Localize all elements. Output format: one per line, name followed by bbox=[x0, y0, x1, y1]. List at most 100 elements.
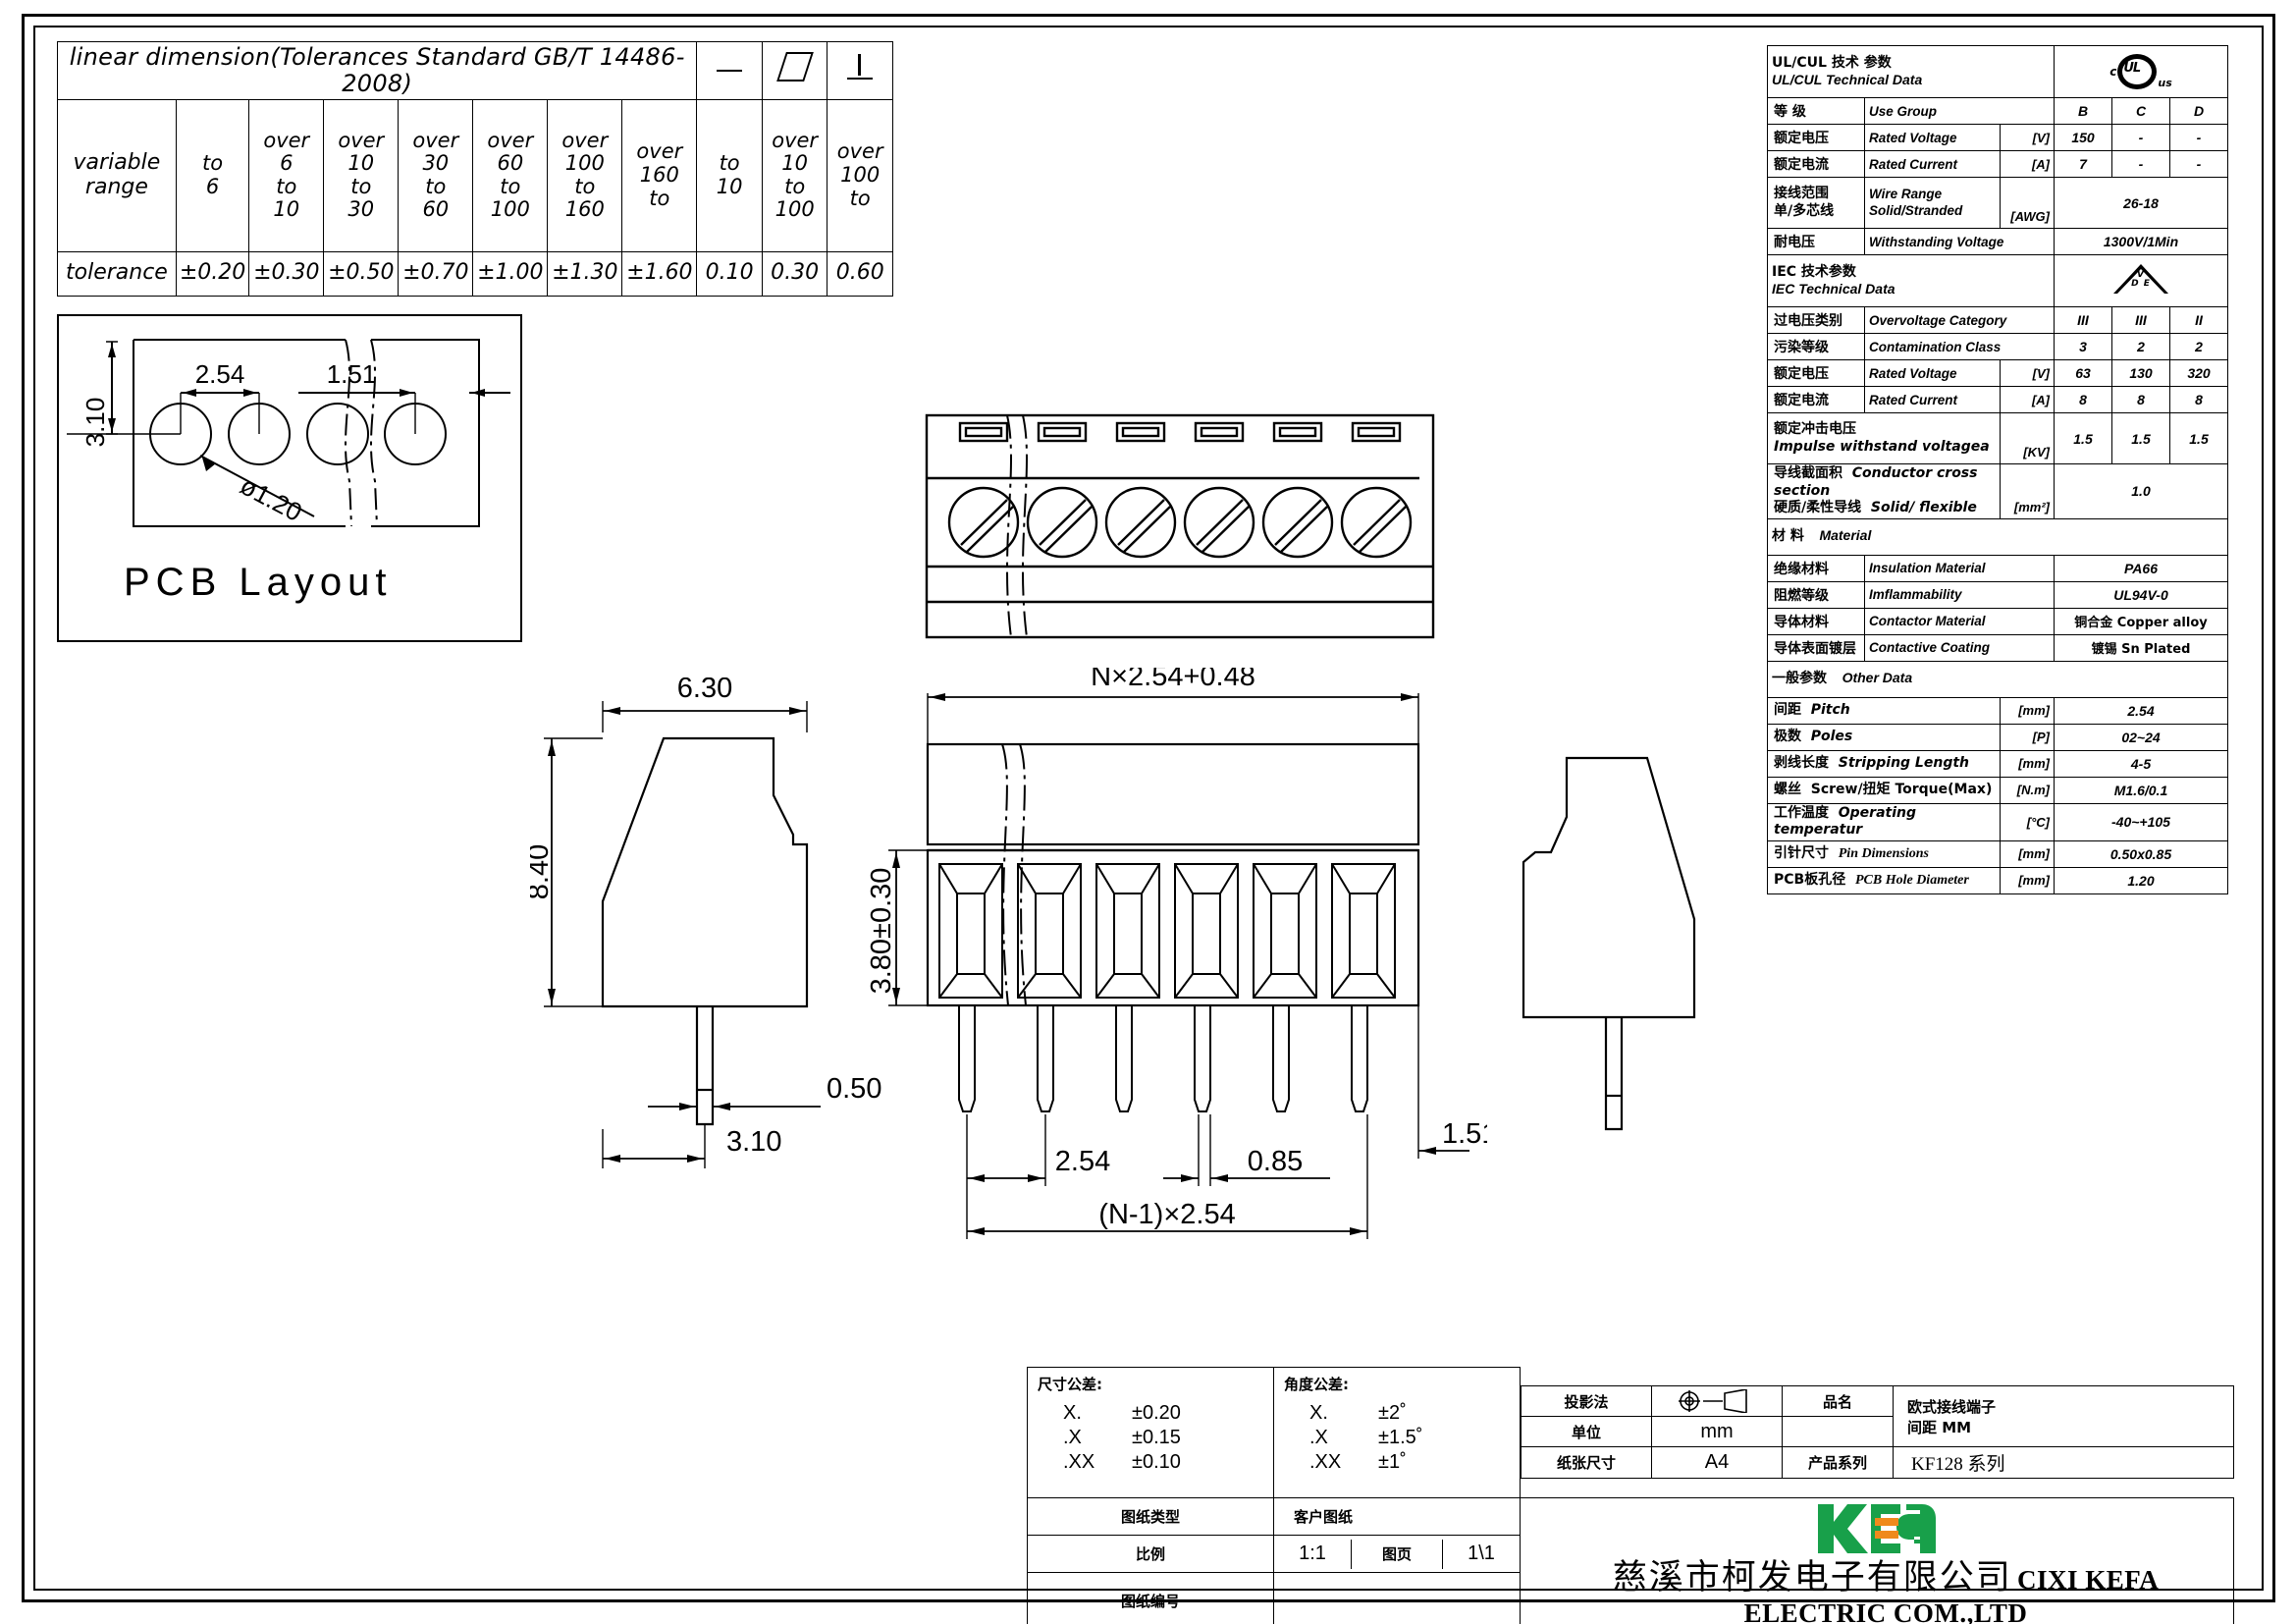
dim-tol-key: X. bbox=[1063, 1402, 1082, 1424]
dim-tol-heading: 尺寸公差: bbox=[1038, 1376, 1102, 1393]
use-group-en: Use Group bbox=[1864, 97, 2055, 125]
tolerance-value: ±0.30 bbox=[248, 250, 325, 297]
stripping-length-value: 4-5 bbox=[2054, 749, 2228, 778]
wire-range-value: 26-18 bbox=[2054, 177, 2228, 229]
iec-rated-current-en: Rated Current bbox=[1864, 386, 2001, 413]
tolerance-value: 0.60 bbox=[827, 250, 893, 297]
unit-label: 单位 bbox=[1521, 1416, 1652, 1448]
ul-rated-voltage-en: Rated Voltage bbox=[1864, 124, 2001, 151]
overvoltage-b: III bbox=[2054, 306, 2112, 334]
iec-rated-current-unit: [A] bbox=[2000, 386, 2055, 413]
dim-tol-key: .X bbox=[1063, 1427, 1082, 1448]
dim-tol-val: ±0.10 bbox=[1132, 1451, 1181, 1473]
series-label: 产品系列 bbox=[1782, 1446, 1894, 1480]
iec-rated-voltage-d: 320 bbox=[2169, 359, 2228, 387]
pcb-dim-pitch: 2.54 bbox=[195, 359, 245, 389]
range-cell: over 10 to 100 bbox=[761, 98, 828, 252]
tolerance-label: tolerance bbox=[57, 250, 177, 297]
range-cell: over 30 to 60 bbox=[398, 98, 474, 252]
overvoltage-c: III bbox=[2111, 306, 2170, 334]
impulse-voltage-d: 1.5 bbox=[2169, 412, 2228, 464]
drawing-number-value bbox=[1273, 1572, 1521, 1624]
range-cell: over 10 to 30 bbox=[323, 98, 400, 252]
kefa-logo bbox=[1816, 1498, 1938, 1559]
company-name: 慈溪市柯发电子有限公司 CIXI KEFA ELECTRIC COM.,LTD bbox=[1550, 1559, 2221, 1624]
side-view-drawing: 6.30 8.40 0.50 3.10 bbox=[530, 677, 881, 1168]
front-dim-body-height: 3.80±0.30 bbox=[869, 868, 897, 995]
wire-range-en: Wire Range Solid/Stranded bbox=[1864, 177, 2001, 229]
impulse-voltage-unit: [KV] bbox=[2000, 412, 2055, 464]
page-label: 图页 bbox=[1351, 1539, 1443, 1569]
contactor-material-en: Contactor Material bbox=[1864, 607, 2055, 635]
parallelogram-icon bbox=[761, 41, 828, 100]
imflammability-cn: 阻燃等级 bbox=[1767, 580, 1865, 609]
ul-rated-voltage-cn: 额定电压 bbox=[1767, 124, 1865, 151]
drawing-type-label: 图纸类型 bbox=[1027, 1496, 1274, 1537]
material-header: 材 料 Material bbox=[1767, 517, 2228, 556]
pcb-layout-drawing: 3.10 2.54 1.51 ø1.20 PCB Layout bbox=[67, 339, 510, 604]
dim-tol-val: ±0.20 bbox=[1132, 1402, 1181, 1424]
company-name-cn: 慈溪市柯发电子有限公司 bbox=[1612, 1558, 2012, 1597]
screw-torque-label: 螺丝 Screw/扭矩 Torque(Max) bbox=[1767, 776, 2001, 804]
angular-tolerance-cell: 角度公差: X. ±2˚ .X ±1.5˚ .XX ±1˚ bbox=[1273, 1367, 1521, 1498]
tolerance-value: ±1.60 bbox=[621, 250, 698, 297]
contamination-b: 3 bbox=[2054, 333, 2112, 360]
pcb-dim-edge: 1.51 bbox=[327, 359, 377, 389]
wire-range-cn: 接线范围 单/多芯线 bbox=[1767, 177, 1865, 229]
imflammability-value: UL94V-0 bbox=[2054, 580, 2228, 609]
pin-dimensions-value: 0.50x0.85 bbox=[2054, 839, 2228, 868]
product-name-line2: 间距 MM bbox=[1907, 1418, 1972, 1436]
pitch-value: 2.54 bbox=[2054, 696, 2228, 725]
top-view-drawing bbox=[925, 413, 1435, 639]
range-cell: over 100 to bbox=[827, 98, 893, 252]
product-name-value: 欧式接线端子 间距 MM bbox=[1893, 1385, 2234, 1448]
wire-range-unit: [AWG] bbox=[2000, 177, 2055, 229]
contamination-c: 2 bbox=[2111, 333, 2170, 360]
iec-rated-current-cn: 额定电流 bbox=[1767, 386, 1865, 413]
conductor-unit: [mm²] bbox=[2000, 463, 2055, 519]
range-cell: over 100 to 160 bbox=[547, 98, 623, 252]
impulse-voltage-c: 1.5 bbox=[2111, 412, 2170, 464]
scale-value: 1:1 bbox=[1274, 1539, 1352, 1569]
pitch-label: 间距 Pitch bbox=[1767, 696, 2001, 725]
withstanding-voltage-cn: 耐电压 bbox=[1767, 228, 1865, 255]
front-dim-pitch: 2.54 bbox=[1055, 1146, 1110, 1177]
tolerance-standard-table: linear dimension(Tolerances Standard GB/… bbox=[56, 41, 893, 297]
impulse-voltage-b: 1.5 bbox=[2054, 412, 2112, 464]
tolerance-value: ±1.00 bbox=[472, 250, 549, 297]
range-cell: over 6 to 10 bbox=[248, 98, 325, 252]
front-dim-overall-width: N×2.54+0.48 bbox=[1091, 668, 1255, 692]
col-d: D bbox=[2169, 97, 2228, 125]
front-dim-span: (N-1)×2.54 bbox=[1098, 1199, 1235, 1230]
perpendicular-icon bbox=[827, 41, 893, 100]
pin-dimensions-unit: [mm] bbox=[2000, 839, 2055, 868]
ul-rated-current-c: - bbox=[2111, 150, 2170, 178]
contactive-coating-en: Contactive Coating bbox=[1864, 633, 2055, 662]
ul-rated-current-cn: 额定电流 bbox=[1767, 150, 1865, 178]
front-view-drawing: N×2.54+0.48 3.80±0.30 2.54 0.85 (N-1)×2.… bbox=[869, 668, 1487, 1239]
front-dim-pin-thickness: 0.85 bbox=[1248, 1146, 1303, 1177]
conductor-cross-section-label: 导线截面积 Conductor cross section 硬质/柔性导线 So… bbox=[1767, 463, 2001, 519]
ul-rated-current-d: - bbox=[2169, 150, 2228, 178]
imflammability-en: Imflammability bbox=[1864, 580, 2055, 609]
pcb-hole-diameter-value: 1.20 bbox=[2054, 866, 2228, 894]
overvoltage-cn: 过电压类别 bbox=[1767, 306, 1865, 334]
poles-unit: [P] bbox=[2000, 723, 2055, 751]
side-dim-height: 8.40 bbox=[530, 844, 555, 899]
pcb-dim-height: 3.10 bbox=[80, 398, 110, 448]
operating-temperature-label: 工作温度 Operating temperatur bbox=[1767, 802, 2001, 841]
title-block: 尺寸公差: X. ±0.20 .X ±0.15 .XX ±0.10 角度公差: … bbox=[1027, 1367, 2234, 1624]
range-cell: to 6 bbox=[175, 98, 250, 252]
side-dim-pin-offset: 3.10 bbox=[726, 1126, 781, 1158]
iec-rated-voltage-cn: 额定电压 bbox=[1767, 359, 1865, 387]
withstanding-voltage-value: 1300V/1Min bbox=[2054, 228, 2228, 255]
variable-range-label: variable range bbox=[57, 98, 177, 252]
tolerance-title: linear dimension(Tolerances Standard GB/… bbox=[56, 41, 698, 100]
pcb-hole-diameter-label: PCB板孔径 PCB Hole Diameter bbox=[1767, 866, 2001, 894]
specification-table: UL/CUL 技术 参数 UL/CUL Technical Data cus 等… bbox=[1767, 45, 2228, 894]
ul-rated-current-en: Rated Current bbox=[1864, 150, 2001, 178]
page-value: 1\1 bbox=[1442, 1539, 1520, 1569]
range-cell: to 10 bbox=[696, 98, 763, 252]
other-data-header: 一般参数 Other Data bbox=[1767, 660, 2228, 698]
conductor-value: 1.0 bbox=[2054, 463, 2228, 519]
